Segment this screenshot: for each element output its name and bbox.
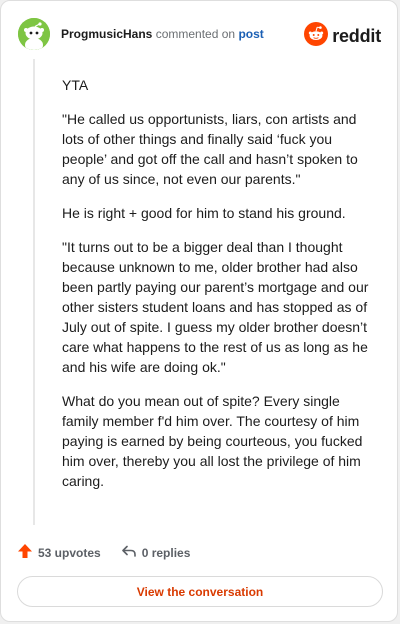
upvote-count: 53 upvotes — [38, 545, 101, 560]
thread-line[interactable] — [33, 59, 35, 525]
comment-actions: 53 upvotes 0 replies — [17, 543, 190, 562]
comment-paragraph: What do you mean out of spite? Every sin… — [62, 393, 363, 489]
comment-card: ProgmusicHans commented on post reddit Y… — [0, 0, 398, 622]
reddit-wordmark: reddit — [332, 26, 381, 46]
comment-header: ProgmusicHans commented on post — [61, 27, 264, 41]
comment-paragraph: "He called us opportunists, liars, con a… — [62, 111, 358, 187]
comment-body: YTA "He called us opportunists, liars, c… — [62, 75, 374, 505]
comment-paragraph: YTA — [62, 77, 89, 93]
comment-paragraph: "It turns out to be a bigger deal than I… — [62, 239, 369, 375]
upvote-arrow-icon — [17, 543, 38, 562]
reply-count: 0 replies — [141, 545, 191, 560]
reply-arrow-icon — [121, 543, 142, 562]
reddit-logo-icon — [304, 22, 329, 51]
action-text: commented on — [155, 27, 236, 41]
username-link[interactable]: ProgmusicHans — [61, 27, 152, 41]
reddit-brand[interactable]: reddit — [304, 22, 381, 51]
comment-paragraph: He is right + good for him to stand his … — [62, 205, 346, 221]
snoo-avatar-icon[interactable] — [18, 18, 50, 50]
upvote-button[interactable]: 53 upvotes — [17, 543, 101, 562]
post-link[interactable]: post — [238, 27, 263, 41]
reply-button[interactable]: 0 replies — [121, 543, 191, 562]
view-conversation-button[interactable]: View the conversation — [17, 576, 383, 607]
